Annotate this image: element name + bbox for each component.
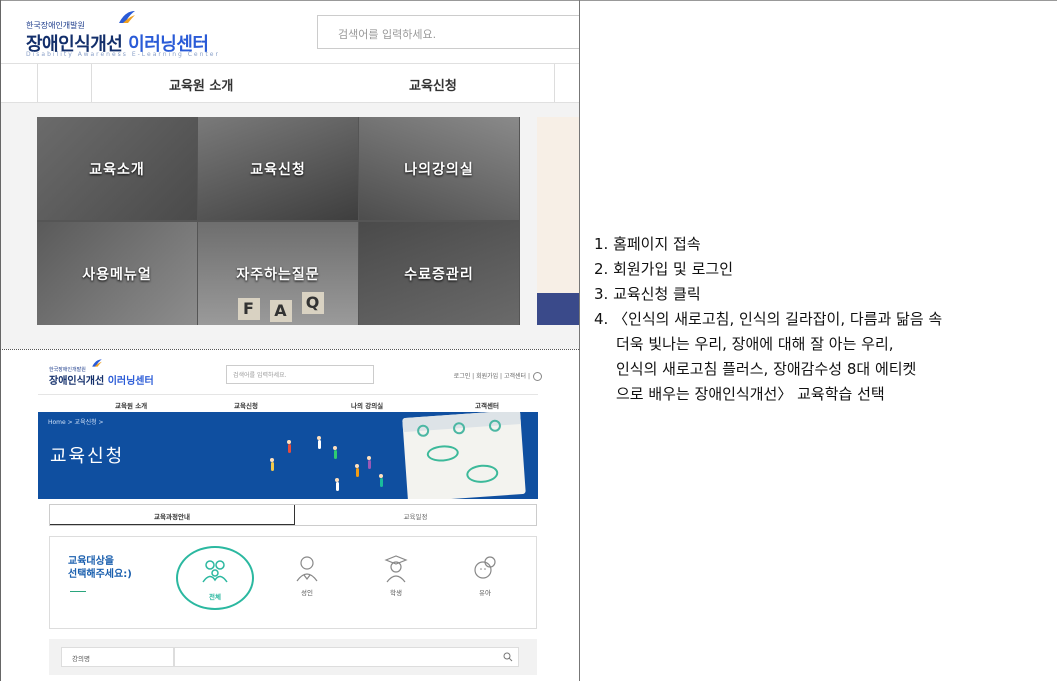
tab-label: 교육과정안내 (154, 513, 190, 521)
adult-icon[interactable] (292, 553, 322, 583)
family-icon (202, 560, 228, 583)
tile-course-intro[interactable]: 교육소개 (37, 117, 197, 220)
logo-swoosh-icon (119, 11, 135, 23)
audience-prompt-underline (70, 591, 86, 592)
utility-links-text: 로그인 | 회원가입 | 고객센터 | (453, 373, 530, 380)
logo-main-text: 장애인식개선 (49, 376, 105, 387)
tile-label: 교육소개 (89, 161, 145, 178)
audience-option-student[interactable]: 학생 (366, 587, 426, 597)
step-1: 1. 홈페이지 접속 (594, 235, 701, 253)
search-input[interactable]: 검색어를 입력하세요. (226, 365, 374, 384)
calendar-ring (416, 424, 430, 438)
side-banner-bar (537, 293, 579, 325)
tile-label: 나의강의실 (404, 161, 474, 178)
tile-user-manual[interactable]: 사용메뉴얼 (37, 222, 197, 325)
utility-links[interactable]: 로그인 | 회원가입 | 고객센터 | (454, 371, 542, 381)
banner-person (317, 436, 321, 449)
nav-divider (37, 64, 38, 102)
banner-person (335, 478, 339, 491)
step-4-line3: 인식의 새로고침 플러스, 장애감수성 8대 에티켓 (616, 360, 917, 378)
calendar-mark (426, 444, 460, 463)
home-icon[interactable] (533, 372, 542, 381)
search-placeholder: 검색어를 입력하세요. (233, 372, 287, 379)
audience-option-adult[interactable]: 성인 (277, 587, 337, 597)
tile-label: 수료증관리 (404, 266, 474, 283)
step-4-line2: 더욱 빛나는 우리, 장애에 대해 잘 아는 우리, (616, 335, 894, 353)
faq-block-f: F (238, 298, 260, 320)
calendar-ring (488, 419, 502, 433)
banner-person (270, 458, 274, 471)
chevron-down-icon: ⌄ (72, 652, 78, 659)
frame-divider (579, 0, 580, 681)
content-tabs: 교육과정안내 교육일정 (49, 504, 537, 526)
banner-person (333, 446, 337, 459)
screenshot-apply-page: 한국장애인개발원 장애인식개선 이러닝센터 검색어를 입력하세요. 로그인 | … (1, 350, 579, 681)
tab-schedule[interactable]: 교육일정 (295, 505, 536, 525)
nav-item-apply[interactable]: 교육신청 (409, 75, 457, 94)
main-nav: 교육원 소개 교육신청 나의 강의실 고객센터 (38, 394, 538, 413)
page-banner: Home > 교육신청 > 교육신청 (38, 412, 538, 499)
tile-label: 교육신청 (250, 161, 306, 178)
nav-item-about[interactable]: 교육원 소개 (169, 75, 233, 94)
audience-prompt-line2: 선택해주세요:) (68, 569, 132, 580)
faq-block-q: Q (302, 292, 324, 314)
step-4: 4. 〈인식의 새로고침, 인식의 길라잡이, 다름과 닮음 속 더욱 빛나는 … (594, 307, 1054, 407)
tile-certificate[interactable]: 수료증관리 (359, 222, 519, 325)
child-icon[interactable] (470, 553, 500, 583)
student-icon[interactable] (381, 553, 411, 583)
logo-accent-text: 이러닝센터 (107, 376, 154, 387)
step-4-line4: 으로 배우는 장애인식개선〉 교육학습 선택 (616, 385, 885, 403)
breadcrumb: Home > 교육신청 > (48, 419, 104, 426)
audience-option-all[interactable]: 전체 (176, 546, 254, 610)
audience-selector: 교육대상을 선택해주세요:) 전체 성인 학생 유아 (49, 536, 537, 629)
course-search-input[interactable] (174, 647, 519, 667)
calendar-illustration (402, 412, 526, 499)
audience-option-label: 전체 (209, 593, 221, 601)
search-input[interactable]: 검색어를 입력하세요. (317, 15, 579, 49)
nav-divider (554, 64, 555, 102)
calendar-mark (465, 463, 499, 484)
tile-course-apply[interactable]: 교육신청 (198, 117, 358, 220)
site-logo[interactable]: 장애인식개선 이러닝센터 (49, 372, 154, 387)
instruction-steps: 1. 홈페이지 접속 2. 회원가입 및 로그인 3. 교육신청 클릭 4. 〈… (594, 232, 1054, 407)
screenshot-homepage: 한국장애인개발원 장애인식개선 이러닝센터 Disability Awarene… (1, 1, 579, 349)
search-field-select[interactable]: 강의명 ⌄ (61, 647, 174, 667)
tab-label: 교육일정 (403, 513, 428, 521)
tab-course-info[interactable]: 교육과정안내 (50, 505, 295, 525)
tile-faq[interactable]: 자주하는질문 F A Q (198, 222, 358, 325)
course-search-bar: 강의명 ⌄ (49, 639, 537, 675)
site-header: 한국장애인개발원 장애인식개선 이러닝센터 Disability Awarene… (1, 1, 579, 63)
audience-prompt-line1: 교육대상을 (68, 556, 114, 567)
logo-subtitle: Disability Awareness E-Learning Center (26, 51, 220, 58)
nav-divider (91, 64, 92, 102)
banner-person (355, 464, 359, 477)
search-placeholder: 검색어를 입력하세요. (338, 28, 437, 41)
nav-item-classroom[interactable]: 나의 강의실 (351, 400, 383, 410)
step-3: 3. 교육신청 클릭 (594, 285, 701, 303)
audience-prompt: 교육대상을 선택해주세요:) (68, 555, 132, 581)
tile-label: 사용메뉴얼 (82, 266, 152, 283)
step-4-line1: 4. 〈인식의 새로고침, 인식의 길라잡이, 다름과 닮음 속 (594, 310, 943, 328)
nav-item-about[interactable]: 교육원 소개 (115, 400, 147, 410)
step-2: 2. 회원가입 및 로그인 (594, 260, 734, 278)
nav-item-support[interactable]: 고객센터 (475, 400, 499, 410)
logo-swoosh-icon (92, 359, 102, 367)
nav-item-apply[interactable]: 교육신청 (234, 400, 258, 410)
banner-person (379, 474, 383, 487)
banner-person (367, 456, 371, 469)
tile-my-classroom[interactable]: 나의강의실 (359, 117, 519, 220)
quick-menu-grid: 교육소개 교육신청 나의강의실 사용메뉴얼 자주하는질문 F A Q 수료증관리 (37, 117, 520, 325)
page-title: 교육신청 (50, 446, 125, 467)
audience-option-child[interactable]: 유아 (455, 587, 515, 597)
calendar-ring (452, 421, 466, 435)
tile-label: 자주하는질문 (236, 266, 320, 283)
main-nav: 교육원 소개 교육신청 (1, 63, 579, 103)
search-icon[interactable] (503, 652, 513, 662)
banner-person (287, 440, 291, 453)
faq-block-a: A (270, 300, 292, 322)
